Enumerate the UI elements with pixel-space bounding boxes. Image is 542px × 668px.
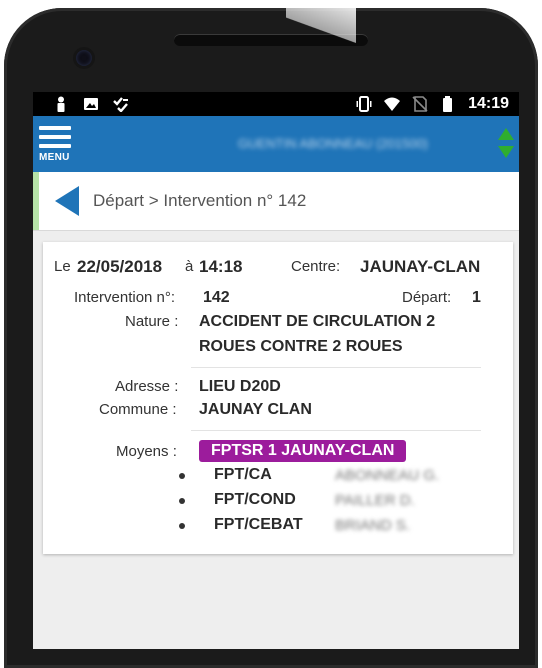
status-bar: 14:19 (33, 92, 519, 116)
intervention-date: 22/05/2018 (77, 257, 163, 276)
commune-value: JAUNAY CLAN (199, 401, 312, 418)
adresse-value: LIEU D20D (199, 378, 281, 395)
menu-icon-line (39, 144, 71, 148)
menu-button[interactable]: MENU (39, 126, 75, 166)
depart-value: 1 (472, 289, 481, 306)
intervention-time: 14:18 (199, 257, 243, 276)
phone-frame: 14:19 MENU GUENTIN ABONNEAU (201500) Dép… (0, 0, 542, 668)
status-time: 14:19 (468, 95, 509, 112)
crew-role: FPT/CA (214, 466, 272, 483)
centre-value: JAUNAY-CLAN (360, 257, 481, 276)
crew-role: FPT/CEBAT (214, 516, 303, 533)
nature-label: Nature : (125, 313, 179, 330)
crew-name: ABONNEAU G. (335, 467, 440, 484)
screen-glare (286, 0, 356, 52)
nature-line1: ACCIDENT DE CIRCULATION 2 (199, 313, 436, 330)
breadcrumb: Départ > Intervention n° 142 (93, 191, 307, 210)
bullet-icon (179, 523, 185, 529)
battery-icon (443, 96, 453, 112)
front-camera (76, 50, 92, 66)
number-value: 142 (203, 289, 230, 306)
menu-label: MENU (39, 152, 70, 163)
commune-label: Commune : (99, 401, 177, 418)
moyens-label: Moyens : (116, 443, 177, 460)
back-triangle-icon[interactable] (55, 186, 79, 216)
crew-name: PAILLER D. (335, 492, 415, 509)
user-title: GUENTIN ABONNEAU (201500) (238, 136, 429, 151)
bullet-icon (179, 473, 185, 479)
wifi-icon (384, 97, 401, 111)
image-icon (84, 98, 98, 110)
up-down-arrows-icon[interactable] (497, 126, 515, 162)
app-screen: 14:19 MENU GUENTIN ABONNEAU (201500) Dép… (33, 92, 519, 649)
menu-icon (39, 126, 71, 130)
number-label: Intervention n°: (74, 289, 176, 306)
nature-line2: ROUES CONTRE 2 ROUES (199, 338, 403, 355)
person-icon (57, 96, 65, 112)
divider (191, 430, 481, 431)
app-bar: MENU GUENTIN ABONNEAU (201500) (33, 116, 519, 172)
menu-icon-line (39, 135, 71, 139)
bullet-icon (179, 498, 185, 504)
date-separator: à (185, 258, 194, 275)
crew-role: FPT/COND (214, 491, 296, 508)
depart-label: Départ: (402, 289, 452, 306)
no-sim-icon (412, 96, 428, 112)
vibrate-icon (356, 96, 372, 112)
moyens-badge[interactable]: FPTSR 1 JAUNAY-CLAN (199, 440, 407, 462)
adresse-label: Adresse : (115, 378, 179, 395)
date-prefix: Le (54, 258, 71, 275)
crew-name: BRIAND S. (335, 517, 411, 534)
centre-label: Centre: (291, 258, 341, 275)
breadcrumb-bar: Départ > Intervention n° 142 (33, 172, 519, 231)
breadcrumb-accent (33, 172, 39, 230)
intervention-card: Le 22/05/2018 à 14:18 Centre: JAUNAY-CLA… (43, 242, 513, 554)
checklist-icon (113, 97, 128, 112)
divider (191, 367, 481, 368)
